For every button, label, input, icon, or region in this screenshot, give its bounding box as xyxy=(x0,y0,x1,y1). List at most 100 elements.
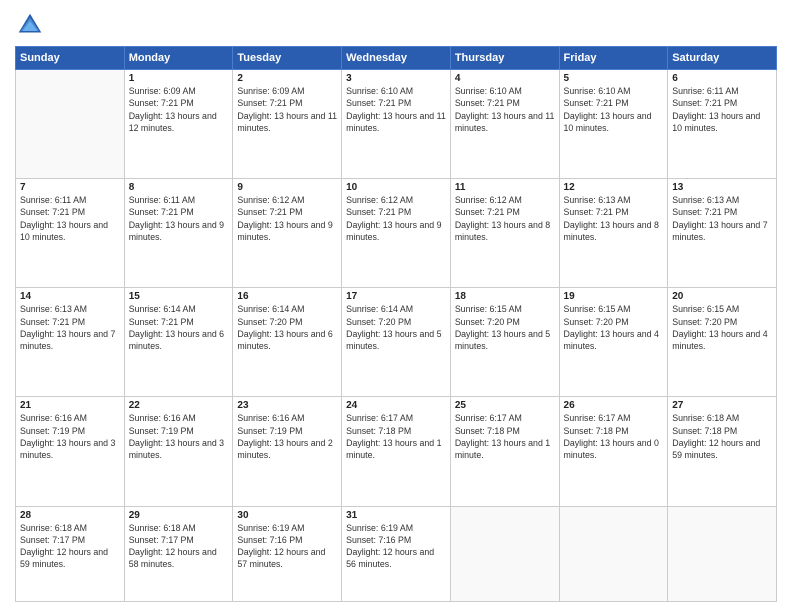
day-info: Sunrise: 6:11 AMSunset: 7:21 PMDaylight:… xyxy=(129,194,229,243)
day-number: 8 xyxy=(129,182,229,193)
calendar-cell xyxy=(16,70,125,179)
day-number: 19 xyxy=(564,291,664,302)
calendar-cell: 28Sunrise: 6:18 AMSunset: 7:17 PMDayligh… xyxy=(16,506,125,602)
header xyxy=(15,10,777,40)
day-number: 14 xyxy=(20,291,120,302)
calendar-week-3: 14Sunrise: 6:13 AMSunset: 7:21 PMDayligh… xyxy=(16,288,777,397)
calendar-cell: 22Sunrise: 6:16 AMSunset: 7:19 PMDayligh… xyxy=(124,397,233,506)
page: SundayMondayTuesdayWednesdayThursdayFrid… xyxy=(0,0,792,612)
calendar-cell: 13Sunrise: 6:13 AMSunset: 7:21 PMDayligh… xyxy=(668,179,777,288)
day-info: Sunrise: 6:17 AMSunset: 7:18 PMDaylight:… xyxy=(455,412,555,461)
calendar-cell: 8Sunrise: 6:11 AMSunset: 7:21 PMDaylight… xyxy=(124,179,233,288)
day-number: 26 xyxy=(564,400,664,411)
day-info: Sunrise: 6:18 AMSunset: 7:18 PMDaylight:… xyxy=(672,412,772,461)
day-info: Sunrise: 6:16 AMSunset: 7:19 PMDaylight:… xyxy=(129,412,229,461)
calendar-cell: 9Sunrise: 6:12 AMSunset: 7:21 PMDaylight… xyxy=(233,179,342,288)
calendar-cell: 31Sunrise: 6:19 AMSunset: 7:16 PMDayligh… xyxy=(342,506,451,602)
day-number: 23 xyxy=(237,400,337,411)
calendar-cell: 12Sunrise: 6:13 AMSunset: 7:21 PMDayligh… xyxy=(559,179,668,288)
day-number: 9 xyxy=(237,182,337,193)
calendar-cell: 25Sunrise: 6:17 AMSunset: 7:18 PMDayligh… xyxy=(450,397,559,506)
day-number: 27 xyxy=(672,400,772,411)
day-info: Sunrise: 6:10 AMSunset: 7:21 PMDaylight:… xyxy=(564,85,664,134)
day-info: Sunrise: 6:14 AMSunset: 7:21 PMDaylight:… xyxy=(129,303,229,352)
day-info: Sunrise: 6:12 AMSunset: 7:21 PMDaylight:… xyxy=(455,194,555,243)
day-number: 17 xyxy=(346,291,446,302)
day-info: Sunrise: 6:10 AMSunset: 7:21 PMDaylight:… xyxy=(455,85,555,134)
day-of-week-friday: Friday xyxy=(559,47,668,70)
day-number: 31 xyxy=(346,510,446,521)
day-info: Sunrise: 6:13 AMSunset: 7:21 PMDaylight:… xyxy=(564,194,664,243)
day-info: Sunrise: 6:09 AMSunset: 7:21 PMDaylight:… xyxy=(129,85,229,134)
day-of-week-wednesday: Wednesday xyxy=(342,47,451,70)
calendar-cell xyxy=(450,506,559,602)
day-of-week-saturday: Saturday xyxy=(668,47,777,70)
day-info: Sunrise: 6:15 AMSunset: 7:20 PMDaylight:… xyxy=(672,303,772,352)
day-info: Sunrise: 6:11 AMSunset: 7:21 PMDaylight:… xyxy=(20,194,120,243)
calendar-cell: 24Sunrise: 6:17 AMSunset: 7:18 PMDayligh… xyxy=(342,397,451,506)
calendar-cell: 4Sunrise: 6:10 AMSunset: 7:21 PMDaylight… xyxy=(450,70,559,179)
day-info: Sunrise: 6:12 AMSunset: 7:21 PMDaylight:… xyxy=(237,194,337,243)
day-info: Sunrise: 6:17 AMSunset: 7:18 PMDaylight:… xyxy=(346,412,446,461)
day-of-week-monday: Monday xyxy=(124,47,233,70)
day-number: 12 xyxy=(564,182,664,193)
calendar-cell: 30Sunrise: 6:19 AMSunset: 7:16 PMDayligh… xyxy=(233,506,342,602)
day-number: 18 xyxy=(455,291,555,302)
day-number: 3 xyxy=(346,73,446,84)
day-number: 22 xyxy=(129,400,229,411)
day-number: 5 xyxy=(564,73,664,84)
day-info: Sunrise: 6:18 AMSunset: 7:17 PMDaylight:… xyxy=(20,522,120,571)
calendar-cell: 18Sunrise: 6:15 AMSunset: 7:20 PMDayligh… xyxy=(450,288,559,397)
calendar-cell: 14Sunrise: 6:13 AMSunset: 7:21 PMDayligh… xyxy=(16,288,125,397)
day-info: Sunrise: 6:19 AMSunset: 7:16 PMDaylight:… xyxy=(237,522,337,571)
day-info: Sunrise: 6:17 AMSunset: 7:18 PMDaylight:… xyxy=(564,412,664,461)
day-number: 10 xyxy=(346,182,446,193)
calendar-cell: 6Sunrise: 6:11 AMSunset: 7:21 PMDaylight… xyxy=(668,70,777,179)
calendar-cell xyxy=(668,506,777,602)
day-info: Sunrise: 6:16 AMSunset: 7:19 PMDaylight:… xyxy=(20,412,120,461)
calendar-week-4: 21Sunrise: 6:16 AMSunset: 7:19 PMDayligh… xyxy=(16,397,777,506)
day-number: 21 xyxy=(20,400,120,411)
day-info: Sunrise: 6:11 AMSunset: 7:21 PMDaylight:… xyxy=(672,85,772,134)
calendar: SundayMondayTuesdayWednesdayThursdayFrid… xyxy=(15,46,777,602)
day-info: Sunrise: 6:13 AMSunset: 7:21 PMDaylight:… xyxy=(20,303,120,352)
day-info: Sunrise: 6:13 AMSunset: 7:21 PMDaylight:… xyxy=(672,194,772,243)
day-number: 15 xyxy=(129,291,229,302)
day-number: 13 xyxy=(672,182,772,193)
calendar-cell: 23Sunrise: 6:16 AMSunset: 7:19 PMDayligh… xyxy=(233,397,342,506)
day-info: Sunrise: 6:14 AMSunset: 7:20 PMDaylight:… xyxy=(237,303,337,352)
calendar-cell: 20Sunrise: 6:15 AMSunset: 7:20 PMDayligh… xyxy=(668,288,777,397)
day-number: 4 xyxy=(455,73,555,84)
day-info: Sunrise: 6:14 AMSunset: 7:20 PMDaylight:… xyxy=(346,303,446,352)
calendar-cell: 17Sunrise: 6:14 AMSunset: 7:20 PMDayligh… xyxy=(342,288,451,397)
day-info: Sunrise: 6:18 AMSunset: 7:17 PMDaylight:… xyxy=(129,522,229,571)
calendar-header-row: SundayMondayTuesdayWednesdayThursdayFrid… xyxy=(16,47,777,70)
calendar-cell: 2Sunrise: 6:09 AMSunset: 7:21 PMDaylight… xyxy=(233,70,342,179)
day-number: 24 xyxy=(346,400,446,411)
day-info: Sunrise: 6:12 AMSunset: 7:21 PMDaylight:… xyxy=(346,194,446,243)
day-number: 29 xyxy=(129,510,229,521)
calendar-cell: 29Sunrise: 6:18 AMSunset: 7:17 PMDayligh… xyxy=(124,506,233,602)
calendar-cell: 19Sunrise: 6:15 AMSunset: 7:20 PMDayligh… xyxy=(559,288,668,397)
day-number: 1 xyxy=(129,73,229,84)
calendar-week-1: 1Sunrise: 6:09 AMSunset: 7:21 PMDaylight… xyxy=(16,70,777,179)
calendar-cell: 7Sunrise: 6:11 AMSunset: 7:21 PMDaylight… xyxy=(16,179,125,288)
calendar-cell: 27Sunrise: 6:18 AMSunset: 7:18 PMDayligh… xyxy=(668,397,777,506)
day-of-week-sunday: Sunday xyxy=(16,47,125,70)
calendar-cell: 26Sunrise: 6:17 AMSunset: 7:18 PMDayligh… xyxy=(559,397,668,506)
day-number: 20 xyxy=(672,291,772,302)
calendar-cell: 16Sunrise: 6:14 AMSunset: 7:20 PMDayligh… xyxy=(233,288,342,397)
day-number: 30 xyxy=(237,510,337,521)
calendar-cell: 10Sunrise: 6:12 AMSunset: 7:21 PMDayligh… xyxy=(342,179,451,288)
day-of-week-thursday: Thursday xyxy=(450,47,559,70)
calendar-cell xyxy=(559,506,668,602)
calendar-cell: 1Sunrise: 6:09 AMSunset: 7:21 PMDaylight… xyxy=(124,70,233,179)
day-number: 7 xyxy=(20,182,120,193)
calendar-cell: 15Sunrise: 6:14 AMSunset: 7:21 PMDayligh… xyxy=(124,288,233,397)
day-info: Sunrise: 6:15 AMSunset: 7:20 PMDaylight:… xyxy=(564,303,664,352)
day-number: 16 xyxy=(237,291,337,302)
day-info: Sunrise: 6:09 AMSunset: 7:21 PMDaylight:… xyxy=(237,85,337,134)
calendar-cell: 11Sunrise: 6:12 AMSunset: 7:21 PMDayligh… xyxy=(450,179,559,288)
day-number: 28 xyxy=(20,510,120,521)
day-number: 2 xyxy=(237,73,337,84)
